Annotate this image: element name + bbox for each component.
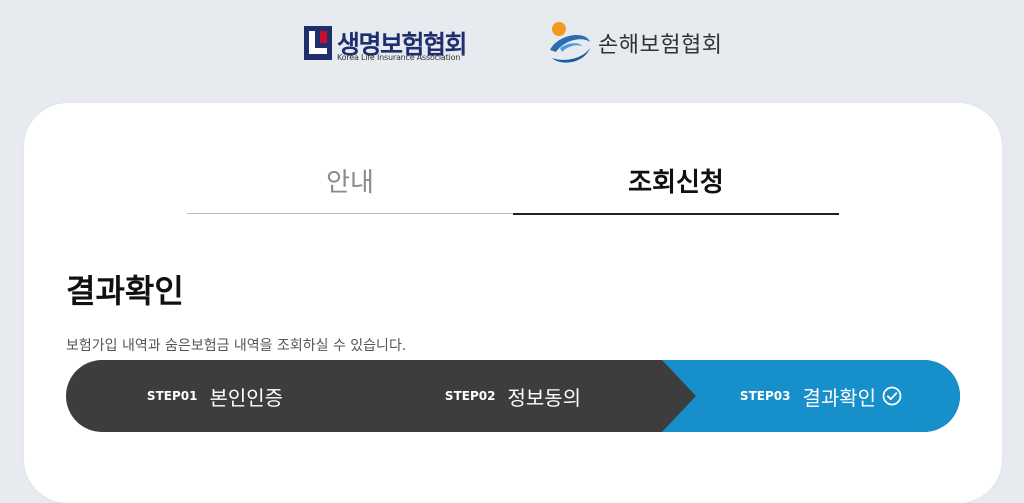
step-2-label: 정보동의 xyxy=(507,385,582,410)
general-insurance-logo-icon xyxy=(550,22,590,63)
tab-info[interactable]: 안내 xyxy=(187,155,513,214)
step-3-label: 결과확인 xyxy=(802,385,877,410)
step-1-identity-verification: STEP01 본인인증 xyxy=(66,360,364,432)
step-3-result-confirmation: STEP03 결과확인 xyxy=(662,360,960,432)
general-insurance-logo[interactable]: 손해보험협회 xyxy=(546,20,736,64)
life-insurance-logo[interactable]: 생명보험협회 Korea Life Insurance Association xyxy=(304,26,474,66)
step-1-number: STEP01 xyxy=(146,389,198,403)
step-progress-bar: STEP01 본인인증 STEP02 정보동의 STEP03 결과확인 xyxy=(66,360,960,432)
tab-bar: 안내 조회신청 xyxy=(187,155,839,215)
step-2-information-consent: STEP02 정보동의 xyxy=(364,360,662,432)
page-title: 결과확인 xyxy=(66,272,184,310)
tab-inquiry-request[interactable]: 조회신청 xyxy=(513,155,839,215)
life-insurance-logo-subtitle: Korea Life Insurance Association xyxy=(337,53,461,62)
main-card: 안내 조회신청 결과확인 보험가입 내역과 숨은보험금 내역을 조회하실 수 있… xyxy=(24,103,1002,503)
step-2-number: STEP02 xyxy=(444,389,496,403)
step-1-label: 본인인증 xyxy=(209,385,284,410)
general-insurance-logo-name: 손해보험협회 xyxy=(598,33,723,58)
step-3-number: STEP03 xyxy=(739,389,791,403)
check-circle-icon xyxy=(882,386,902,406)
header-logos: 생명보험협회 Korea Life Insurance Association … xyxy=(0,0,1024,100)
page-description: 보험가입 내역과 숨은보험금 내역을 조회하실 수 있습니다. xyxy=(66,338,407,354)
life-insurance-logo-icon xyxy=(304,26,332,60)
